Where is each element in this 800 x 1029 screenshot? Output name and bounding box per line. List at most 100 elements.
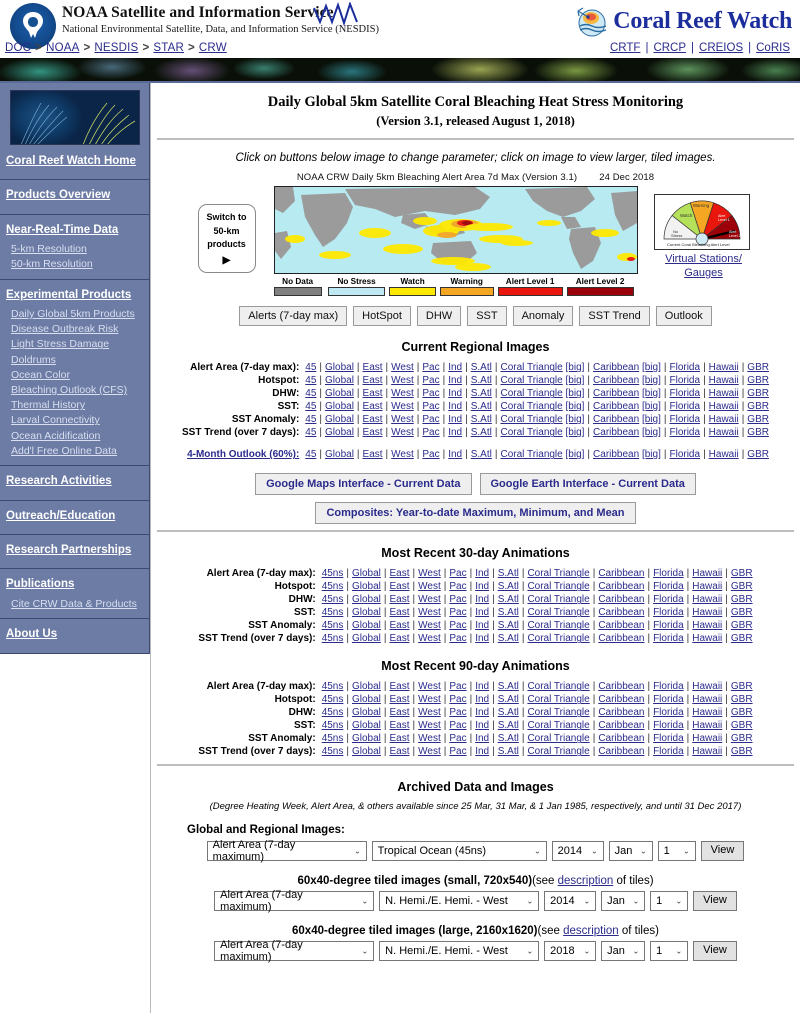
link-coral-triangle[interactable]: Coral Triangle xyxy=(527,633,589,644)
link-ind[interactable]: Ind xyxy=(448,401,462,412)
sidebar-heading-coral-reef-watch-home[interactable]: Coral Reef Watch Home xyxy=(0,149,149,173)
link-45ns[interactable]: 45ns xyxy=(322,620,344,631)
link-gbr[interactable]: GBR xyxy=(747,375,769,386)
link-florida[interactable]: Florida xyxy=(653,607,684,618)
sidebar-item-label[interactable]: Cite CRW Data & Products xyxy=(11,598,137,610)
link-hawaii[interactable]: Hawaii xyxy=(692,681,722,692)
link-ind[interactable]: Ind xyxy=(475,694,489,705)
link-caribbean[interactable]: Caribbean xyxy=(598,607,644,618)
sidebar-item-5-km-resolution[interactable]: 5-km Resolution xyxy=(0,242,149,257)
link-west[interactable]: West xyxy=(391,449,414,460)
link-s-atl[interactable]: S.Atl xyxy=(498,746,519,757)
link-caribbean-big[interactable]: [big] xyxy=(642,401,661,412)
link-pac[interactable]: Pac xyxy=(449,746,466,757)
link-gbr[interactable]: GBR xyxy=(731,720,753,731)
link-ind[interactable]: Ind xyxy=(475,681,489,692)
link-global[interactable]: Global xyxy=(325,449,354,460)
sidebar-item-label[interactable]: Disease Outbreak Risk xyxy=(11,323,118,335)
link-florida[interactable]: Florida xyxy=(653,581,684,592)
param-button-outlook[interactable]: Outlook xyxy=(655,306,712,327)
link-s-atl[interactable]: S.Atl xyxy=(498,681,519,692)
link-global[interactable]: Global xyxy=(352,581,381,592)
large-tiles-view-button[interactable]: View xyxy=(693,941,737,962)
sidebar-heading-label[interactable]: Outreach/Education xyxy=(6,510,115,522)
link-s-atl[interactable]: S.Atl xyxy=(471,388,492,399)
link-west[interactable]: West xyxy=(391,401,414,412)
link-coral-triangle-big[interactable]: [big] xyxy=(566,427,585,438)
link-pac[interactable]: Pac xyxy=(449,633,466,644)
link-pac[interactable]: Pac xyxy=(449,594,466,605)
large-tiles-year-select[interactable]: 2018 ⌄ xyxy=(544,941,597,962)
sidebar-item-label[interactable]: Ocean Acidification xyxy=(11,430,100,442)
link-45[interactable]: 45 xyxy=(305,401,316,412)
link-pac[interactable]: Pac xyxy=(422,375,439,386)
link-pac[interactable]: Pac xyxy=(422,401,439,412)
link-caribbean-big[interactable]: [big] xyxy=(642,388,661,399)
link-ind[interactable]: Ind xyxy=(475,594,489,605)
link-pac[interactable]: Pac xyxy=(449,681,466,692)
link-pac[interactable]: Pac xyxy=(422,414,439,425)
row-label-4-month-outlook[interactable]: 4-Month Outlook (60%): xyxy=(182,448,305,461)
link-global[interactable]: Global xyxy=(325,414,354,425)
sidebar-item-label[interactable]: 5-km Resolution xyxy=(11,243,87,255)
link-ind[interactable]: Ind xyxy=(448,362,462,373)
link-florida[interactable]: Florida xyxy=(653,594,684,605)
link-hawaii[interactable]: Hawaii xyxy=(692,633,722,644)
link-45[interactable]: 45 xyxy=(305,427,316,438)
link-coral-triangle[interactable]: Coral Triangle xyxy=(500,401,562,412)
sidebar-heading-publications[interactable]: Publications xyxy=(0,572,149,596)
link-west[interactable]: West xyxy=(418,746,441,757)
link-s-atl[interactable]: S.Atl xyxy=(471,427,492,438)
large-tiles-day-select[interactable]: 1 ⌄ xyxy=(650,941,689,962)
link-caribbean[interactable]: Caribbean xyxy=(598,681,644,692)
link-west[interactable]: West xyxy=(418,681,441,692)
link-florida[interactable]: Florida xyxy=(653,733,684,744)
small-tiles-year-select[interactable]: 2014 ⌄ xyxy=(544,891,597,912)
link-hawaii[interactable]: Hawaii xyxy=(709,375,739,386)
sidebar-heading-outreach-education[interactable]: Outreach/Education xyxy=(0,504,149,528)
link-florida[interactable]: Florida xyxy=(669,362,700,373)
outlook-row-link[interactable]: 4-Month Outlook (60%): xyxy=(187,449,299,460)
link-global[interactable]: Global xyxy=(352,694,381,705)
link-east[interactable]: East xyxy=(363,414,383,425)
link-s-atl[interactable]: S.Atl xyxy=(471,375,492,386)
param-button-alerts-7-day-max[interactable]: Alerts (7-day max) xyxy=(239,306,348,327)
sidebar-item-label[interactable]: Thermal History xyxy=(11,399,85,411)
link-east[interactable]: East xyxy=(390,594,410,605)
sidebar-item-bleaching-outlook-cfs[interactable]: Bleaching Outlook (CFS) xyxy=(0,383,149,398)
link-s-atl[interactable]: S.Atl xyxy=(471,449,492,460)
link-45[interactable]: 45 xyxy=(305,362,316,373)
link-global[interactable]: Global xyxy=(325,388,354,399)
virtual-stations-link[interactable]: Virtual Stations/ Gauges xyxy=(665,253,742,281)
link-florida[interactable]: Florida xyxy=(653,633,684,644)
param-button-dhw[interactable]: DHW xyxy=(416,306,462,327)
link-45[interactable]: 45 xyxy=(305,388,316,399)
google-maps-button[interactable]: Google Maps Interface - Current Data xyxy=(255,473,472,496)
link-caribbean-big[interactable]: [big] xyxy=(642,414,661,425)
link-florida[interactable]: Florida xyxy=(669,375,700,386)
small-tiles-region-select[interactable]: N. Hemi./E. Hemi. - West ⌄ xyxy=(379,891,540,912)
sidebar-item-add-l-free-online-data[interactable]: Add'l Free Online Data xyxy=(0,444,149,459)
link-east[interactable]: East xyxy=(390,581,410,592)
link-gbr[interactable]: GBR xyxy=(747,449,769,460)
large-tiles-description-link[interactable]: description xyxy=(563,925,619,937)
link-45ns[interactable]: 45ns xyxy=(322,733,344,744)
link-gbr[interactable]: GBR xyxy=(731,681,753,692)
sidebar-item-label[interactable]: Doldrums xyxy=(11,354,56,366)
link-east[interactable]: East xyxy=(390,681,410,692)
link-coral-triangle[interactable]: Coral Triangle xyxy=(527,694,589,705)
link-east[interactable]: East xyxy=(363,388,383,399)
link-coral-triangle[interactable]: Coral Triangle xyxy=(527,733,589,744)
link-caribbean[interactable]: Caribbean xyxy=(598,707,644,718)
link-caribbean[interactable]: Caribbean xyxy=(593,388,639,399)
link-west[interactable]: West xyxy=(418,581,441,592)
small-tiles-day-select[interactable]: 1 ⌄ xyxy=(650,891,689,912)
link-coral-triangle-big[interactable]: [big] xyxy=(566,414,585,425)
link-coral-triangle-big[interactable]: [big] xyxy=(566,449,585,460)
sidebar-item-cite-crw-data-products[interactable]: Cite CRW Data & Products xyxy=(0,597,149,612)
link-hawaii[interactable]: Hawaii xyxy=(692,733,722,744)
link-east[interactable]: East xyxy=(363,362,383,373)
link-caribbean[interactable]: Caribbean xyxy=(593,414,639,425)
link-ind[interactable]: Ind xyxy=(475,633,489,644)
link-hawaii[interactable]: Hawaii xyxy=(692,581,722,592)
